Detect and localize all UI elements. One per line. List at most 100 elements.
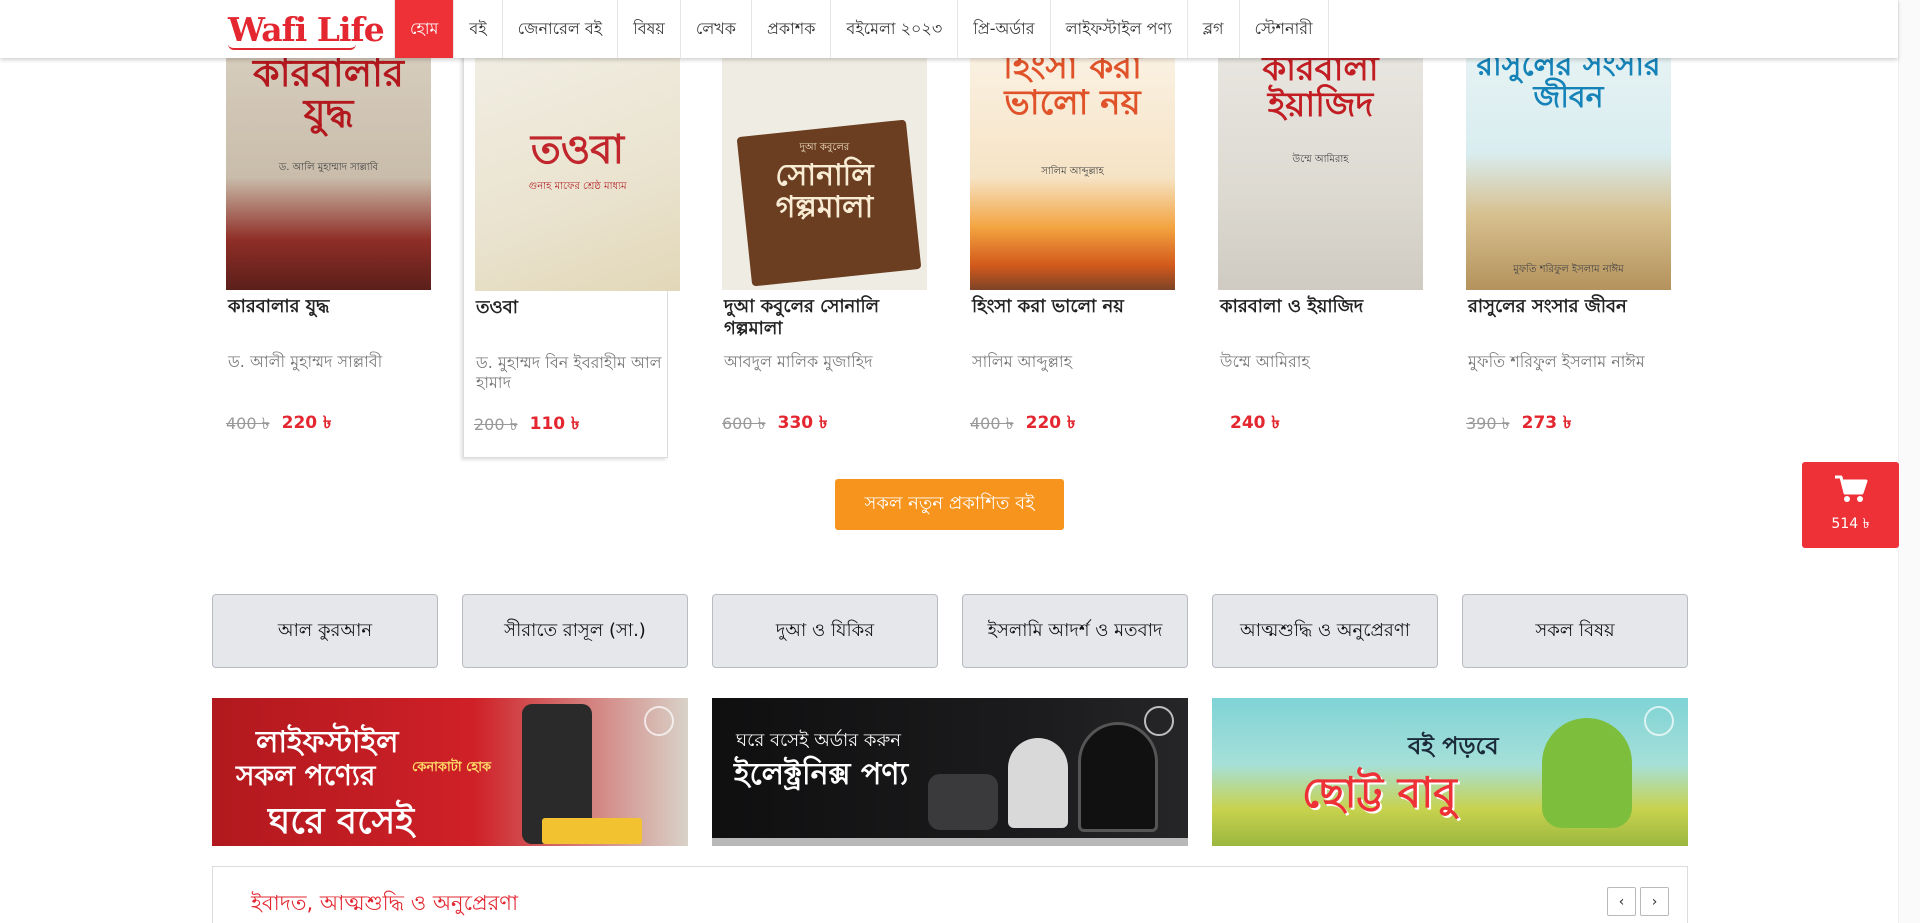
- main-nav: হোম বই জেনারেল বই বিষয় লেখক প্রকাশক বইম…: [394, 0, 1329, 58]
- book-cover[interactable]: হিংসা করা ভালো নয় সালিম আব্দুল্লাহ: [970, 40, 1175, 290]
- nav-stationery[interactable]: স্টেশনারী: [1240, 0, 1329, 58]
- section-title: ইবাদত, আত্মশুদ্ধি ও অনুপ্রেরণা: [251, 891, 519, 915]
- book-cover[interactable]: দুআ কবুলের সোনালি গল্পমালা: [722, 40, 927, 290]
- hand-cursor-icon: [1644, 706, 1674, 736]
- book-title[interactable]: দুআ কবুলের সোনালি গল্পমালা: [724, 296, 924, 340]
- cover-title: রাসুলের সংসার জীবন: [1476, 48, 1661, 115]
- sale-price: 220 ৳: [281, 413, 332, 433]
- nav-lifestyle[interactable]: লাইফস্টাইল পণ্য: [1051, 0, 1188, 58]
- book-title[interactable]: কারবালা ও ইয়াজিদ: [1220, 296, 1420, 318]
- book-author[interactable]: আবদুল মালিক মুজাহিদ: [724, 352, 924, 372]
- promo-banners: লাইফস্টাইল সকল পণ্যের কেনাকাটা হোক ঘরে ব…: [212, 698, 1688, 846]
- cover-title: হিংসা করা ভালো নয়: [1003, 47, 1142, 123]
- cover-subtitle: দুআ কবুলের: [799, 142, 850, 153]
- electronics-banner[interactable]: ঘরে বসেই অর্ডার করুন ইলেক্ট্রনিক্স পণ্য: [712, 698, 1188, 846]
- prev-arrow-button[interactable]: ‹: [1607, 887, 1636, 916]
- book-cover[interactable]: কারবালা ইয়াজিদ উম্মে আমিরাহ: [1218, 40, 1423, 290]
- book-title[interactable]: কারবালার যুদ্ধ: [228, 296, 428, 318]
- book-title[interactable]: তওবা: [476, 297, 676, 319]
- floating-cart-button[interactable]: 514 ৳: [1802, 462, 1899, 548]
- category-buttons: আল কুরআন সীরাতে রাসূল (সা.) দুআ ও যিকির …: [212, 594, 1688, 668]
- site-header: Wafi Life হোম বই জেনারেল বই বিষয় লেখক প…: [0, 0, 1898, 58]
- nav-books[interactable]: বই: [454, 0, 503, 58]
- book-price: 400 ৳ 220 ৳: [970, 410, 1075, 438]
- smartwatch-image: [928, 774, 998, 830]
- book-title[interactable]: রাসুলের সংসার জীবন: [1468, 296, 1668, 318]
- book-author[interactable]: উম্মে আমিরাহ: [1220, 352, 1420, 372]
- worship-section: ইবাদত, আত্মশুদ্ধি ও অনুপ্রেরণা ‹ ›: [212, 866, 1688, 923]
- nav-subjects[interactable]: বিষয়: [618, 0, 681, 58]
- book-author[interactable]: ড. মুহাম্মদ বিন ইবরাহীম আল হামাদ: [476, 353, 676, 393]
- cover-author: সালিম আব্দুল্লাহ: [1041, 166, 1104, 177]
- book-author[interactable]: সালিম আব্দুল্লাহ: [972, 352, 1172, 372]
- nav-authors[interactable]: লেখক: [681, 0, 752, 58]
- old-price: 200 ৳: [474, 414, 518, 434]
- sale-price: 240 ৳: [1230, 413, 1280, 433]
- site-logo[interactable]: Wafi Life: [228, 6, 385, 52]
- nav-general-books[interactable]: জেনারেল বই: [503, 0, 619, 58]
- category-dua-zikr[interactable]: দুআ ও যিকির: [712, 594, 938, 668]
- cover-subtitle: গুনাহ মাফের শ্রেষ্ঠ মাধ্যম: [528, 181, 627, 192]
- banner-line: ঘরে বসেই: [268, 801, 415, 842]
- category-self-purification[interactable]: আত্মশুদ্ধি ও অনুপ্রেরণা: [1212, 594, 1438, 668]
- book-price: 400 ৳ 220 ৳: [226, 410, 331, 438]
- cover-title: তওবা: [530, 127, 625, 173]
- child-illustration: [1542, 718, 1632, 828]
- old-price: 400 ৳: [226, 413, 270, 433]
- category-seerah[interactable]: সীরাতে রাসূল (সা.): [462, 594, 688, 668]
- fan-image: [1008, 738, 1068, 828]
- old-price: 600 ৳: [722, 413, 766, 433]
- cart-icon: [1834, 475, 1867, 502]
- cover-author: ড. আলি মুহাম্মাদ সাল্লাবি: [278, 162, 379, 173]
- old-price: 390 ৳: [1466, 413, 1510, 433]
- cover-author: মুফতি শরিফুল ইসলাম নাঈম: [1513, 264, 1624, 275]
- book-cover[interactable]: রাসুলের সংসার জীবন মুফতি শরিফুল ইসলাম না…: [1466, 40, 1671, 290]
- category-islamic-ideology[interactable]: ইসলামি আদর্শ ও মতবাদ: [962, 594, 1188, 668]
- book-price: 600 ৳ 330 ৳: [722, 410, 827, 438]
- book-price: 240 ৳: [1218, 410, 1280, 438]
- nav-pre-order[interactable]: প্রি-অর্ডার: [958, 0, 1051, 58]
- logo-swirl: [228, 44, 356, 50]
- nav-publishers[interactable]: প্রকাশক: [752, 0, 832, 58]
- page-scrollbar[interactable]: [1898, 0, 1920, 923]
- nav-book-fair[interactable]: বইমেলা ২০২৩: [831, 0, 959, 58]
- book-card[interactable]: দুআ কবুলের সোনালি গল্পমালা দুআ কবুলের সো…: [722, 40, 927, 458]
- cover-author: উম্মে আমিরাহ: [1292, 154, 1349, 165]
- cover-title: কারবালার যুদ্ধ: [253, 51, 404, 135]
- next-arrow-button[interactable]: ›: [1640, 887, 1669, 916]
- cover-title: কারবালা ইয়াজিদ: [1262, 49, 1379, 125]
- book-card[interactable]: কারবালা ইয়াজিদ উম্মে আমিরাহ কারবালা ও ই…: [1218, 40, 1423, 458]
- book-author[interactable]: ড. আলী মুহাম্মদ সাল্লাবী: [228, 352, 428, 372]
- book-card[interactable]: হিংসা করা ভালো নয় সালিম আব্দুল্লাহ হিংস…: [970, 40, 1175, 458]
- old-price: 400 ৳: [970, 413, 1014, 433]
- category-all-subjects[interactable]: সকল বিষয়: [1462, 594, 1688, 668]
- category-al-quran[interactable]: আল কুরআন: [212, 594, 438, 668]
- banner-line: কেনাকাটা হোক: [412, 760, 492, 775]
- carousel-controls: ‹ ›: [1607, 887, 1669, 916]
- nav-home[interactable]: হোম: [394, 0, 455, 58]
- book-card[interactable]: কারবালার যুদ্ধ ড. আলি মুহাম্মাদ সাল্লাবি…: [226, 40, 431, 458]
- kids-books-banner[interactable]: বই পড়বে ছোট্ট বাবু: [1212, 698, 1688, 846]
- sale-price: 273 ৳: [1521, 413, 1572, 433]
- logo-text: Wafi Life: [228, 9, 385, 49]
- banner-line: ছোট্ট বাবু: [1302, 768, 1457, 817]
- book-author[interactable]: মুফতি শরিফুল ইসলাম নাঈম: [1468, 352, 1668, 372]
- lifestyle-banner[interactable]: লাইফস্টাইল সকল পণ্যের কেনাকাটা হোক ঘরে ব…: [212, 698, 688, 846]
- all-new-books-button[interactable]: সকল নতুন প্রকাশিত বই: [835, 479, 1064, 530]
- book-card[interactable]: তওবা গুনাহ মাফের শ্রেষ্ঠ মাধ্যম তওবা ড. …: [463, 40, 680, 458]
- products-image: [542, 818, 642, 844]
- new-books-row: কারবালার যুদ্ধ ড. আলি মুহাম্মাদ সাল্লাবি…: [226, 40, 1716, 460]
- hand-cursor-icon: [1144, 706, 1174, 736]
- book-card[interactable]: রাসুলের সংসার জীবন মুফতি শরিফুল ইসলাম না…: [1466, 40, 1671, 458]
- chevron-left-icon: ‹: [1618, 893, 1625, 910]
- book-cover[interactable]: কারবালার যুদ্ধ ড. আলি মুহাম্মাদ সাল্লাবি: [226, 40, 431, 290]
- book-cover[interactable]: তওবা গুনাহ মাফের শ্রেষ্ঠ মাধ্যম: [475, 41, 680, 291]
- sale-price: 330 ৳: [777, 413, 828, 433]
- banner-footer-strip: [712, 838, 1188, 846]
- book-title[interactable]: হিংসা করা ভালো নয়: [972, 296, 1172, 318]
- nav-blog[interactable]: ব্লগ: [1188, 0, 1240, 58]
- book-price: 390 ৳ 273 ৳: [1466, 410, 1571, 438]
- table-fan-image: [1078, 722, 1158, 832]
- sale-price: 220 ৳: [1025, 413, 1076, 433]
- hand-cursor-icon: [644, 706, 674, 736]
